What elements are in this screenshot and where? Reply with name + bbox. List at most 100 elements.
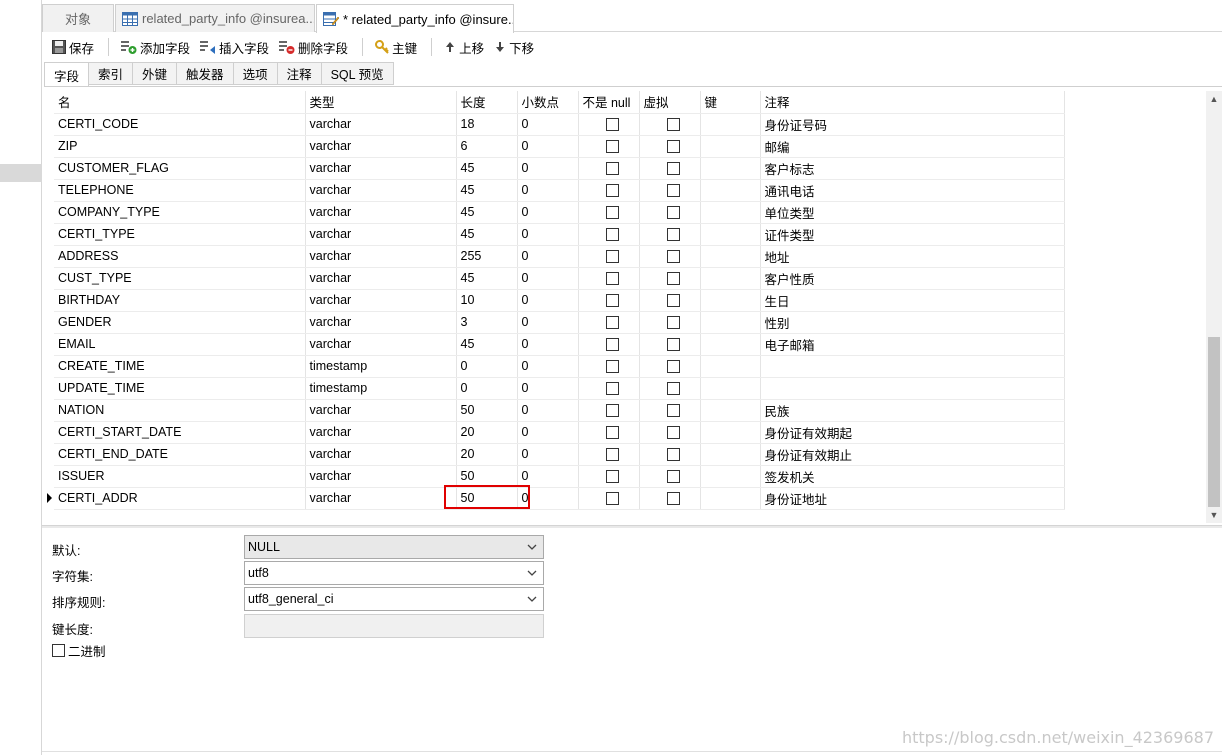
field-name-cell[interactable]: CUSTOMER_FLAG (54, 157, 306, 180)
field-comment-cell[interactable]: 身份证有效期止 (760, 443, 1065, 466)
field-decimals-cell[interactable]: 0 (517, 399, 579, 422)
move-down-button[interactable]: 下移 (490, 35, 538, 59)
field-decimals-cell[interactable]: 0 (517, 443, 579, 466)
field-type-cell[interactable]: varchar (305, 399, 457, 422)
field-decimals-cell[interactable]: 0 (517, 487, 579, 510)
field-decimals-cell[interactable]: 0 (517, 201, 579, 224)
delete-field-button[interactable]: 删除字段 (275, 35, 352, 59)
subtab-foreign-keys[interactable]: 外键 (133, 62, 178, 85)
field-comment-cell[interactable]: 性别 (760, 311, 1065, 334)
field-type-cell[interactable]: varchar (305, 443, 457, 466)
field-decimals-cell[interactable]: 0 (517, 113, 579, 136)
key-cell[interactable] (700, 157, 761, 180)
not-null-checkbox[interactable] (605, 162, 619, 176)
virtual-checkbox[interactable] (666, 404, 680, 418)
collation-select[interactable]: utf8_general_ci (244, 587, 544, 611)
virtual-checkbox[interactable] (666, 118, 680, 132)
virtual-checkbox[interactable] (666, 338, 680, 352)
virtual-checkbox[interactable] (666, 294, 680, 308)
field-name-cell[interactable]: ZIP (54, 135, 306, 158)
row-selector[interactable] (44, 465, 54, 487)
field-length-cell[interactable]: 6 (456, 135, 518, 158)
field-comment-cell[interactable]: 证件类型 (760, 223, 1065, 246)
panel-splitter[interactable] (42, 525, 1222, 528)
header-key[interactable]: 键 (700, 91, 761, 114)
row-selector[interactable] (44, 289, 54, 311)
field-name-cell[interactable]: CERTI_CODE (54, 113, 306, 136)
not-null-checkbox[interactable] (605, 492, 619, 506)
field-length-cell[interactable]: 20 (456, 421, 518, 444)
table-row[interactable]: CERTI_START_DATE varchar 20 0 身份证有效期起 (44, 421, 1065, 444)
header-name[interactable]: 名 (54, 91, 306, 114)
header-comment[interactable]: 注释 (760, 91, 1065, 114)
table-row[interactable]: EMAIL varchar 45 0 电子邮箱 (44, 333, 1065, 356)
field-length-cell[interactable]: 50 (456, 487, 518, 510)
not-null-checkbox[interactable] (605, 426, 619, 440)
virtual-checkbox[interactable] (666, 250, 680, 264)
virtual-checkbox[interactable] (666, 184, 680, 198)
scrollbar-thumb[interactable] (1208, 337, 1220, 507)
virtual-checkbox[interactable] (666, 316, 680, 330)
field-type-cell[interactable]: varchar (305, 421, 457, 444)
row-selector[interactable] (44, 333, 54, 355)
table-row[interactable]: CUSTOMER_FLAG varchar 45 0 客户标志 (44, 157, 1065, 180)
row-selector[interactable] (44, 223, 54, 245)
field-length-cell[interactable]: 18 (456, 113, 518, 136)
field-type-cell[interactable]: timestamp (305, 377, 457, 400)
key-cell[interactable] (700, 421, 761, 444)
virtual-checkbox[interactable] (666, 492, 680, 506)
field-decimals-cell[interactable]: 0 (517, 245, 579, 268)
field-name-cell[interactable]: NATION (54, 399, 306, 422)
subtab-sql-preview[interactable]: SQL 预览 (321, 62, 394, 85)
key-cell[interactable] (700, 311, 761, 334)
key-cell[interactable] (700, 377, 761, 400)
virtual-checkbox[interactable] (666, 426, 680, 440)
key-cell[interactable] (700, 289, 761, 312)
field-type-cell[interactable]: varchar (305, 157, 457, 180)
not-null-checkbox[interactable] (605, 250, 619, 264)
key-cell[interactable] (700, 201, 761, 224)
key-cell[interactable] (700, 487, 761, 510)
charset-select[interactable]: utf8 (244, 561, 544, 585)
row-selector[interactable] (44, 443, 54, 465)
virtual-checkbox[interactable] (666, 162, 680, 176)
table-row[interactable]: CERTI_ADDR varchar 50 0 身份证地址 (44, 487, 1065, 510)
not-null-checkbox[interactable] (605, 118, 619, 132)
key-cell[interactable] (700, 113, 761, 136)
field-length-cell[interactable]: 50 (456, 399, 518, 422)
key-cell[interactable] (700, 355, 761, 378)
field-decimals-cell[interactable]: 0 (517, 179, 579, 202)
field-length-cell[interactable]: 20 (456, 443, 518, 466)
field-length-cell[interactable]: 0 (456, 355, 518, 378)
binary-option[interactable]: 二进制 (52, 641, 106, 660)
field-type-cell[interactable]: varchar (305, 333, 457, 356)
field-type-cell[interactable]: varchar (305, 201, 457, 224)
table-row[interactable]: CREATE_TIME timestamp 0 0 (44, 355, 1065, 378)
table-row[interactable]: ZIP varchar 6 0 邮编 (44, 135, 1065, 158)
subtab-fields[interactable]: 字段 (44, 62, 90, 87)
field-type-cell[interactable]: varchar (305, 245, 457, 268)
field-name-cell[interactable]: CREATE_TIME (54, 355, 306, 378)
key-cell[interactable] (700, 465, 761, 488)
header-not-null[interactable]: 不是 null (578, 91, 640, 114)
not-null-checkbox[interactable] (605, 382, 619, 396)
field-comment-cell[interactable]: 邮编 (760, 135, 1065, 158)
table-row[interactable]: UPDATE_TIME timestamp 0 0 (44, 377, 1065, 400)
field-type-cell[interactable]: varchar (305, 289, 457, 312)
field-decimals-cell[interactable]: 0 (517, 223, 579, 246)
field-type-cell[interactable]: varchar (305, 113, 457, 136)
field-comment-cell[interactable]: 单位类型 (760, 201, 1065, 224)
row-selector[interactable] (44, 311, 54, 333)
field-decimals-cell[interactable]: 0 (517, 157, 579, 180)
header-type[interactable]: 类型 (305, 91, 457, 114)
row-selector[interactable] (44, 179, 54, 201)
add-field-button[interactable]: 添加字段 (117, 35, 194, 59)
field-comment-cell[interactable]: 身份证地址 (760, 487, 1065, 510)
virtual-checkbox[interactable] (666, 272, 680, 286)
tab-objects[interactable]: 对象 (42, 4, 114, 32)
row-selector[interactable] (44, 377, 54, 399)
vertical-scrollbar[interactable]: ▲ ▼ (1206, 91, 1222, 523)
key-cell[interactable] (700, 333, 761, 356)
binary-checkbox[interactable] (52, 644, 65, 657)
scroll-up-icon[interactable]: ▲ (1206, 91, 1222, 107)
